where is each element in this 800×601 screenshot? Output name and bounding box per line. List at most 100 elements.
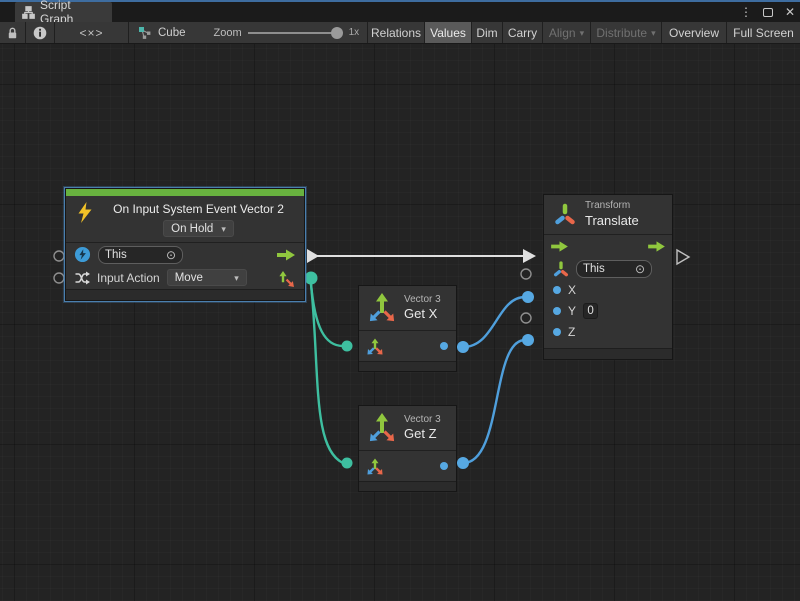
- translate-y-row: Y 0: [544, 301, 672, 322]
- node-title: Get X: [404, 306, 441, 322]
- node-vector3-get-x[interactable]: Vector 3 Get X: [358, 285, 457, 372]
- tab-bar: Script Graph ⋮ ✕: [0, 2, 800, 22]
- carry-button[interactable]: Carry: [503, 22, 543, 43]
- overview-button[interactable]: Overview: [662, 22, 727, 43]
- flow-arrow-right-icon: [276, 248, 296, 262]
- getz-input-port[interactable]: [342, 458, 353, 469]
- event-this-port-open[interactable]: [54, 251, 64, 261]
- chevron-down-icon: ▾: [221, 225, 226, 234]
- getx-node-header: Vector 3 Get X: [359, 286, 456, 330]
- lightning-bolt-icon: [76, 202, 94, 224]
- getz-body-row: [359, 451, 456, 481]
- graph-hierarchy-icon: [22, 6, 35, 19]
- lock-icon: [6, 26, 19, 40]
- window-menu-icon[interactable]: ⋮: [738, 3, 754, 21]
- input-action-label: Input Action: [97, 271, 160, 285]
- node-title: Translate: [585, 213, 639, 229]
- script-graph-window: Script Graph ⋮ ✕ <×>: [0, 0, 800, 601]
- zoom-slider-knob[interactable]: [331, 27, 343, 39]
- event-this-row: This ⊙: [66, 243, 304, 266]
- getx-result-dot[interactable]: [440, 342, 448, 350]
- vector3-icon: [367, 411, 397, 445]
- object-picker-icon[interactable]: ⊙: [635, 263, 645, 275]
- translate-target-field[interactable]: This ⊙: [576, 260, 652, 278]
- input-system-icon: [74, 246, 91, 263]
- graph-canvas[interactable]: On Input System Event Vector 2 On Hold ▾…: [0, 44, 800, 601]
- code-view-icon: <×>: [79, 26, 103, 40]
- node-surtitle: Transform: [585, 200, 639, 213]
- getx-output-port[interactable]: [457, 341, 469, 353]
- node-footer: [359, 481, 456, 491]
- translate-x-connection-port[interactable]: [522, 291, 534, 303]
- window-controls: ⋮ ✕: [738, 2, 798, 22]
- graph-reference-segment[interactable]: Cube Zoom 1x: [129, 22, 368, 43]
- translate-z-connection-port[interactable]: [522, 334, 534, 346]
- event-input-action-row: Input Action Move ▾: [66, 266, 304, 289]
- info-icon: [33, 26, 47, 40]
- getx-body-row: [359, 331, 456, 361]
- teal-connections[interactable]: [311, 284, 343, 463]
- values-button[interactable]: Values: [425, 22, 472, 43]
- lock-button[interactable]: [0, 22, 26, 43]
- translate-z-row: Z: [544, 322, 672, 343]
- input-action-dropdown[interactable]: Move ▾: [167, 269, 247, 286]
- graph-toolbar: <×> Cube Zoom 1x Relations Values Dim Ca…: [0, 22, 800, 44]
- getx-input-port[interactable]: [342, 341, 353, 352]
- chevron-down-icon: ▾: [651, 29, 656, 38]
- getz-result-dot[interactable]: [440, 462, 448, 470]
- event-node-header: On Input System Event Vector 2 On Hold ▾: [66, 196, 304, 242]
- blue-connections[interactable]: [463, 297, 525, 463]
- node-transform-translate[interactable]: Transform Translate: [543, 194, 673, 360]
- window-close-icon[interactable]: ✕: [782, 3, 798, 21]
- translate-node-header: Transform Translate: [544, 195, 672, 234]
- distribute-button[interactable]: Distribute▾: [591, 22, 662, 43]
- object-picker-icon[interactable]: ⊙: [166, 249, 176, 261]
- y-port-dot[interactable]: [553, 307, 561, 315]
- transform-small-icon: [553, 261, 569, 277]
- flow-output-port-open[interactable]: [677, 250, 689, 264]
- zoom-control: Zoom 1x: [214, 27, 360, 39]
- getz-node-header: Vector 3 Get Z: [359, 406, 456, 450]
- y-value-field[interactable]: 0: [583, 303, 598, 319]
- window-maximize-icon[interactable]: [760, 3, 776, 21]
- tab-script-graph[interactable]: Script Graph: [15, 2, 112, 22]
- event-target-field[interactable]: This ⊙: [98, 246, 183, 264]
- align-button[interactable]: Align▾: [543, 22, 591, 43]
- chevron-down-icon: ▾: [580, 29, 585, 38]
- event-action-port-open[interactable]: [54, 273, 64, 283]
- node-footer: [359, 361, 456, 371]
- graph-ref-label: Cube: [158, 27, 186, 39]
- node-title: On Input System Event Vector 2: [113, 202, 284, 216]
- x-port-label: X: [568, 283, 576, 297]
- event-vector2-output-port[interactable]: [305, 272, 318, 285]
- z-port-dot[interactable]: [553, 328, 561, 336]
- zoom-slider[interactable]: [248, 27, 343, 39]
- z-port-label: Z: [568, 325, 575, 339]
- zoom-label: Zoom: [214, 27, 242, 39]
- zoom-value: 1x: [349, 27, 360, 38]
- node-surtitle: Vector 3: [404, 294, 441, 307]
- node-title: Get Z: [404, 426, 441, 442]
- transform-icon: [553, 202, 577, 226]
- translate-y-port-open[interactable]: [521, 313, 531, 323]
- relations-button[interactable]: Relations: [368, 22, 425, 43]
- translate-x-row: X: [544, 280, 672, 301]
- node-vector3-get-z[interactable]: Vector 3 Get Z: [358, 405, 457, 492]
- info-button[interactable]: [26, 22, 55, 43]
- flow-connection[interactable]: [307, 249, 536, 263]
- dim-button[interactable]: Dim: [472, 22, 503, 43]
- vector3-small-icon: [367, 338, 383, 355]
- event-mode-dropdown[interactable]: On Hold ▾: [163, 220, 234, 237]
- translate-flow-row: [544, 235, 672, 259]
- node-on-input-system-event[interactable]: On Input System Event Vector 2 On Hold ▾…: [65, 188, 305, 301]
- code-view-button[interactable]: <×>: [55, 22, 129, 43]
- vector3-icon: [367, 291, 397, 325]
- flow-arrow-out-icon: [647, 240, 666, 253]
- fullscreen-button[interactable]: Full Screen: [727, 22, 800, 43]
- flow-arrow-in-icon: [550, 240, 569, 253]
- x-port-dot[interactable]: [553, 286, 561, 294]
- node-surtitle: Vector 3: [404, 414, 441, 427]
- translate-this-port-open[interactable]: [521, 269, 531, 279]
- getz-output-port[interactable]: [457, 457, 469, 469]
- node-footer: [544, 348, 672, 359]
